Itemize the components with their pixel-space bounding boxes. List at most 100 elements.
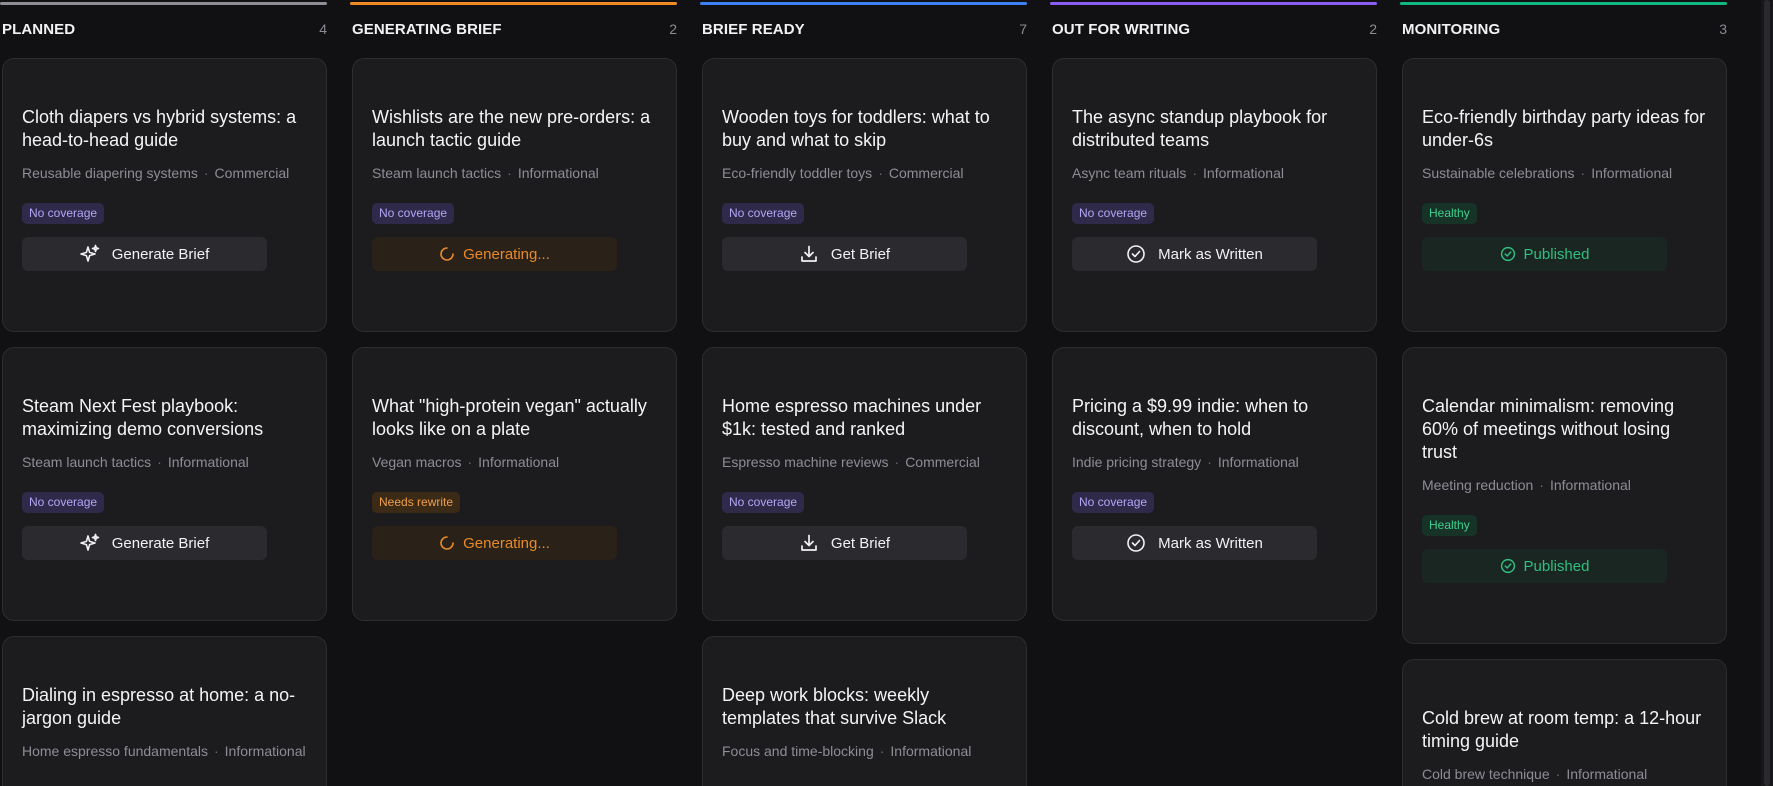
card-title: Steam Next Fest playbook: maximizing dem… [22,396,264,439]
card-topic: Steam launch tactics [372,165,502,181]
spinner-icon [440,247,454,261]
button-label: Get Brief [830,245,891,263]
get-brief-button[interactable]: Get Brief [722,237,967,271]
card-intent: Commercial [888,165,964,181]
card[interactable]: What "high-protein vegan" actually looks… [352,347,677,621]
column-title: GENERATING BRIEF [352,20,502,38]
card-topic: Meeting reduction [1422,477,1534,493]
column-count: 4 [319,21,327,37]
card[interactable]: Wooden toys for toddlers: what to buy an… [702,58,1027,332]
card-intent: Informational [167,454,249,470]
card-topic: Indie pricing strategy [1072,454,1202,470]
check-circle-icon [1127,245,1145,263]
card-meta: Home espresso fundamentals · Informational [22,743,306,759]
column-count: 2 [669,21,677,37]
column-count: 3 [1719,21,1727,37]
card-meta: Async team rituals · Informational [1072,165,1284,181]
status-badge: No coverage [722,492,805,513]
status-badge: Healthy [1422,515,1477,536]
card-meta: Sustainable celebrations · Informational [1422,165,1673,181]
column-title: OUT FOR WRITING [1052,20,1191,38]
column-count: 2 [1369,21,1377,37]
status-label: Published [1523,557,1590,575]
column-count: 7 [1019,21,1027,37]
card-topic: Home espresso fundamentals [22,743,208,759]
card-meta: Steam launch tactics · Informational [372,165,599,181]
card[interactable]: Eco-friendly birthday party ideas for un… [1402,58,1727,332]
card-meta: Steam launch tactics · Informational [22,454,249,470]
column-header: PLANNED 4 [0,5,327,53]
get-brief-button[interactable]: Get Brief [722,526,967,560]
card-topic: Espresso machine reviews [722,454,889,470]
status-badge: No coverage [1072,492,1155,513]
card-title: Cloth diapers vs hybrid systems: a head-… [22,107,297,150]
column-generating-brief: GENERATING BRIEF 2 [350,0,677,53]
column-planned: PLANNED 4 [0,0,327,53]
card-topic: Vegan macros [372,454,462,470]
column-title: PLANNED [2,20,76,38]
status-badge: Healthy [1422,203,1477,224]
card[interactable]: Calendar minimalism: removing 60% of mee… [1402,347,1727,644]
card-intent: Informational [478,454,560,470]
card-meta: Focus and time-blocking · Informational [722,743,972,759]
vertical-scrollbar[interactable] [1761,0,1773,786]
card[interactable]: Wishlists are the new pre-orders: a laun… [352,58,677,332]
published-status: Published [1422,237,1667,271]
button-label: Get Brief [830,534,891,552]
scrollbar-thumb[interactable] [1764,0,1770,786]
card-intent: Informational [1203,165,1284,181]
card[interactable]: The async standup playbook for distribut… [1052,58,1377,332]
kanban-board: PLANNED 4 Cloth diapers vs hybrid system… [0,0,1773,786]
generating-status: Generating... [372,526,617,560]
status-label: Generating... [463,534,550,552]
card[interactable]: Home espresso machines under $1k: tested… [702,347,1027,621]
card[interactable]: Steam Next Fest playbook: maximizing dem… [2,347,327,621]
column-brief-ready: BRIEF READY 7 [700,0,1027,53]
card[interactable]: Cold brew at room temp: a 12-hour timing… [1402,659,1727,786]
generating-status: Generating... [372,237,617,271]
card-meta: Meeting reduction · Informational [1422,477,1631,493]
mark-as-written-button[interactable]: Mark as Written [1072,526,1317,560]
card-meta: Reusable diapering systems · Commercial [22,165,290,181]
card[interactable]: Dialing in espresso at home: a no-jargon… [2,636,327,786]
check-circle-icon [1500,246,1515,262]
column-monitoring: MONITORING 3 [1400,0,1727,53]
card-topic: Async team rituals [1072,165,1187,181]
mark-as-written-button[interactable]: Mark as Written [1072,237,1317,271]
button-label: Generate Brief [111,245,210,263]
spinner-icon [440,536,454,550]
status-badge: No coverage [372,203,455,224]
download-icon [801,245,817,262]
card[interactable]: Cloth diapers vs hybrid systems: a head-… [2,58,327,332]
card-meta: Indie pricing strategy · Informational [1072,454,1299,470]
card-intent: Informational [1566,766,1648,782]
card[interactable]: Pricing a $9.99 indie: when to discount,… [1052,347,1377,621]
column-out-for-writing: OUT FOR WRITING 2 [1050,0,1377,53]
card-meta: Vegan macros · Informational [372,454,560,470]
card-topic: Sustainable celebrations [1422,165,1575,181]
card-title: Home espresso machines under $1k: tested… [722,396,982,439]
card-title: Wooden toys for toddlers: what to buy an… [722,107,990,150]
sparkle-icon [79,244,100,262]
card-title: Calendar minimalism: removing 60% of mee… [1422,396,1675,462]
card-intent: Informational [1591,165,1673,181]
card-intent: Informational [890,743,972,759]
status-badge: No coverage [722,203,805,224]
status-label: Published [1523,245,1590,263]
generate-brief-button[interactable]: Generate Brief [22,237,267,271]
generate-brief-button[interactable]: Generate Brief [22,526,267,560]
column-header: OUT FOR WRITING 2 [1050,5,1377,53]
card-title: Deep work blocks: weekly templates that … [722,685,947,728]
download-icon [801,534,817,551]
card-intent: Informational [1549,477,1631,493]
column-title: MONITORING [1402,20,1501,38]
card-title: Cold brew at room temp: a 12-hour timing… [1422,708,1702,751]
card-meta: Cold brew technique · Informational [1422,766,1648,782]
card[interactable]: Deep work blocks: weekly templates that … [702,636,1027,786]
card-meta: Espresso machine reviews · Commercial [722,454,980,470]
sparkle-icon [79,533,100,551]
card-title: Pricing a $9.99 indie: when to discount,… [1072,396,1309,439]
card-title: Dialing in espresso at home: a no-jargon… [22,685,296,728]
button-label: Mark as Written [1158,534,1263,552]
card-meta: Eco-friendly toddler toys · Commercial [722,165,964,181]
